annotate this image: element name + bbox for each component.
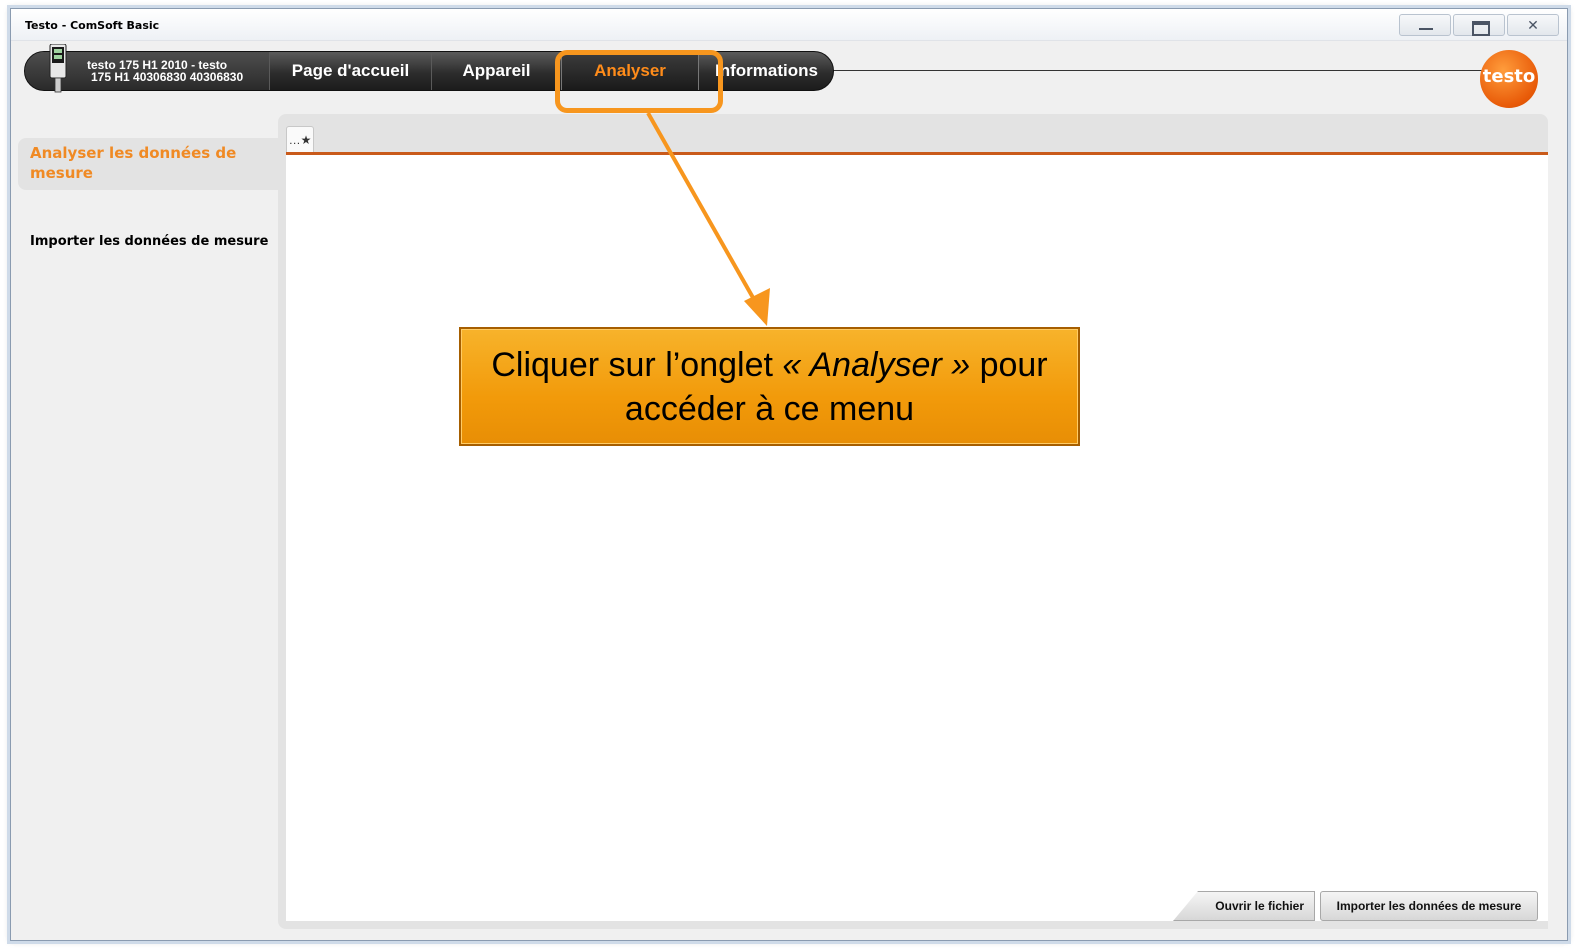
window-title: Testo - ComSoft Basic <box>25 19 160 32</box>
callout-text-italic: « Analyser » <box>782 346 971 384</box>
minimize-button[interactable] <box>1399 14 1451 36</box>
callout-text-before: Cliquer sur l’onglet <box>491 346 783 384</box>
tab-home[interactable]: Page d'accueil <box>269 52 431 90</box>
open-file-button[interactable]: Ouvrir le fichier <box>1173 891 1315 921</box>
instruction-callout: Cliquer sur l’onglet « Analyser » pour a… <box>459 327 1080 446</box>
maximize-button[interactable] <box>1453 14 1505 36</box>
favorites-tab[interactable]: …★ <box>286 126 314 152</box>
import-data-button[interactable]: Importer les données de mesure <box>1320 891 1538 921</box>
content-tabstrip: …★ <box>286 122 1548 152</box>
device-info[interactable]: testo 175 H1 2010 - testo 175 H1 4030683… <box>25 44 269 93</box>
tab-highlight-frame <box>555 50 723 113</box>
sidebar-item-import-data[interactable]: Importer les données de mesure <box>30 234 280 249</box>
device-name: testo 175 H1 2010 - testo 175 H1 4030683… <box>87 59 243 83</box>
nav-separator-line <box>820 70 1520 71</box>
content-panel: …★ Ouvrir le fichier Importer les donnée… <box>278 114 1548 929</box>
testo-logo: testo <box>1480 50 1538 108</box>
device-name-line2: 175 H1 40306830 40306830 <box>91 70 244 84</box>
sidebar-item-analyse-data[interactable]: Analyser les données de mesure <box>18 138 280 190</box>
close-button[interactable]: ✕ <box>1507 14 1559 36</box>
tab-device[interactable]: Appareil <box>431 52 561 90</box>
data-logger-icon <box>49 44 67 93</box>
title-bar: Testo - ComSoft Basic ✕ <box>11 9 1567 41</box>
content-area <box>286 152 1548 921</box>
